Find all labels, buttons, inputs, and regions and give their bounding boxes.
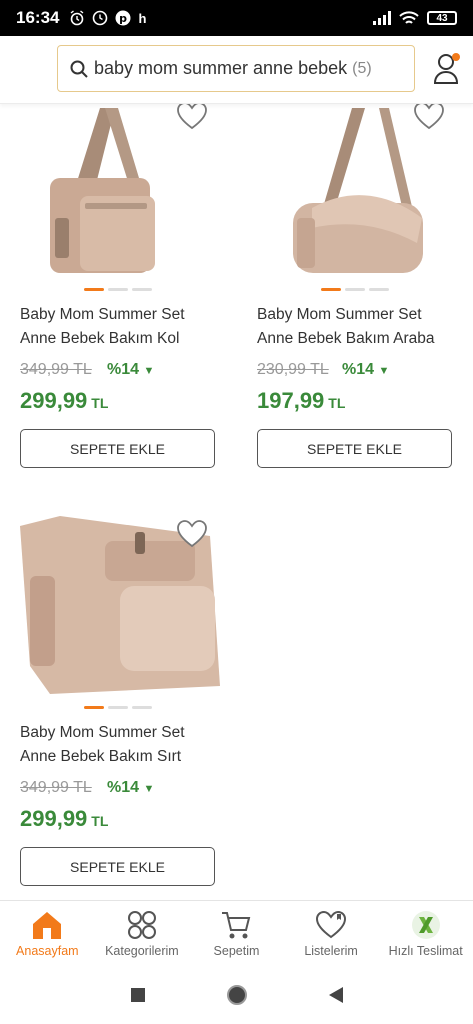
- favorite-button[interactable]: [177, 520, 207, 548]
- search-query: baby mom summer anne bebek: [94, 58, 348, 78]
- home-nav-button[interactable]: [225, 983, 249, 1007]
- product-card[interactable]: Baby Mom Summer Set Anne Bebek Bakım Sır…: [20, 516, 240, 896]
- user-icon: [433, 53, 460, 84]
- original-price: 349,99 TL: [20, 779, 92, 796]
- app-header: baby mom summer anne bebek (5): [0, 36, 473, 104]
- heart-icon: [414, 104, 444, 130]
- pager-dot: [132, 288, 152, 291]
- discount-badge: %14 ▼: [107, 361, 155, 378]
- discount-badge: %14 ▼: [342, 361, 390, 378]
- back-button[interactable]: [328, 986, 344, 1004]
- bottom-tab-bar: Anasayfam Kategorilerim Sepetim Listeler…: [0, 900, 473, 966]
- image-pager: [321, 288, 389, 291]
- favorite-button[interactable]: [414, 104, 444, 130]
- image-pager: [84, 706, 152, 709]
- categories-icon: [127, 911, 156, 939]
- image-pager: [84, 288, 152, 291]
- original-price: 349,99 TL: [20, 361, 92, 378]
- pager-dot: [84, 706, 104, 709]
- arrow-down-icon: ▼: [143, 365, 155, 377]
- recent-apps-button[interactable]: [130, 987, 146, 1003]
- pager-dot: [108, 288, 128, 291]
- status-bar: 16:34 p h 43: [0, 0, 473, 36]
- home-icon: [33, 912, 62, 939]
- product-image: [20, 516, 220, 694]
- tab-lists[interactable]: Listelerim: [284, 901, 379, 966]
- discount-badge: %14 ▼: [107, 779, 155, 796]
- heart-list-icon: [316, 910, 347, 939]
- pager-dot: [108, 706, 128, 709]
- add-to-cart-button[interactable]: SEPETE EKLE: [257, 429, 452, 468]
- arrow-down-icon: ▼: [378, 365, 390, 377]
- alarm-icon: [71, 10, 84, 26]
- sale-price: 299,99 TL: [20, 388, 109, 413]
- pager-dot: [84, 288, 104, 291]
- tab-fast-delivery[interactable]: Hızlı Teslimat: [378, 901, 473, 966]
- system-navigation-bar: [0, 966, 473, 1024]
- arrow-down-icon: ▼: [143, 783, 155, 795]
- wifi-icon: [399, 10, 419, 24]
- product-name: Baby Mom Summer Set Anne Bebek Bakım Sır…: [20, 724, 185, 765]
- product-card[interactable]: Baby Mom Summer Set Anne Bebek Bakım Kol…: [20, 104, 240, 478]
- pinterest-icon: p: [115, 10, 131, 26]
- product-grid: Baby Mom Summer Set Anne Bebek Bakım Kol…: [0, 104, 473, 900]
- heart-icon: [177, 520, 207, 548]
- cart-icon: [222, 912, 251, 939]
- product-image: [293, 108, 423, 273]
- sale-price: 299,99 TL: [20, 806, 109, 831]
- fast-delivery-icon: [411, 911, 440, 939]
- account-button[interactable]: [432, 52, 462, 86]
- svg-text:p: p: [120, 12, 128, 25]
- add-to-cart-button[interactable]: SEPETE EKLE: [20, 847, 215, 886]
- tab-cart[interactable]: Sepetim: [189, 901, 284, 966]
- search-result-count: (5): [352, 59, 372, 77]
- battery-icon: 43: [427, 11, 457, 25]
- pager-dot: [321, 288, 341, 291]
- tab-home[interactable]: Anasayfam: [0, 901, 95, 966]
- product-name: Baby Mom Summer Set Anne Bebek Bakım Kol: [20, 306, 185, 347]
- search-icon: [70, 60, 88, 78]
- tab-categories[interactable]: Kategorilerim: [95, 901, 190, 966]
- pager-dot: [345, 288, 365, 291]
- pager-dot: [132, 706, 152, 709]
- original-price: 230,99 TL: [257, 361, 329, 378]
- clock-icon: [93, 10, 108, 26]
- sale-price: 197,99 TL: [257, 388, 346, 413]
- favorite-button[interactable]: [177, 104, 207, 130]
- search-input[interactable]: baby mom summer anne bebek (5): [57, 45, 415, 92]
- product-card[interactable]: Baby Mom Summer Set Anne Bebek Bakım Ara…: [257, 104, 473, 478]
- product-image: [50, 108, 155, 273]
- add-to-cart-button[interactable]: SEPETE EKLE: [20, 429, 215, 468]
- product-name: Baby Mom Summer Set Anne Bebek Bakım Ara…: [257, 306, 435, 347]
- heart-icon: [177, 104, 207, 130]
- h-notification-icon: h: [138, 10, 147, 26]
- status-time: 16:34: [16, 8, 60, 27]
- pager-dot: [369, 288, 389, 291]
- signal-icon: [373, 11, 391, 25]
